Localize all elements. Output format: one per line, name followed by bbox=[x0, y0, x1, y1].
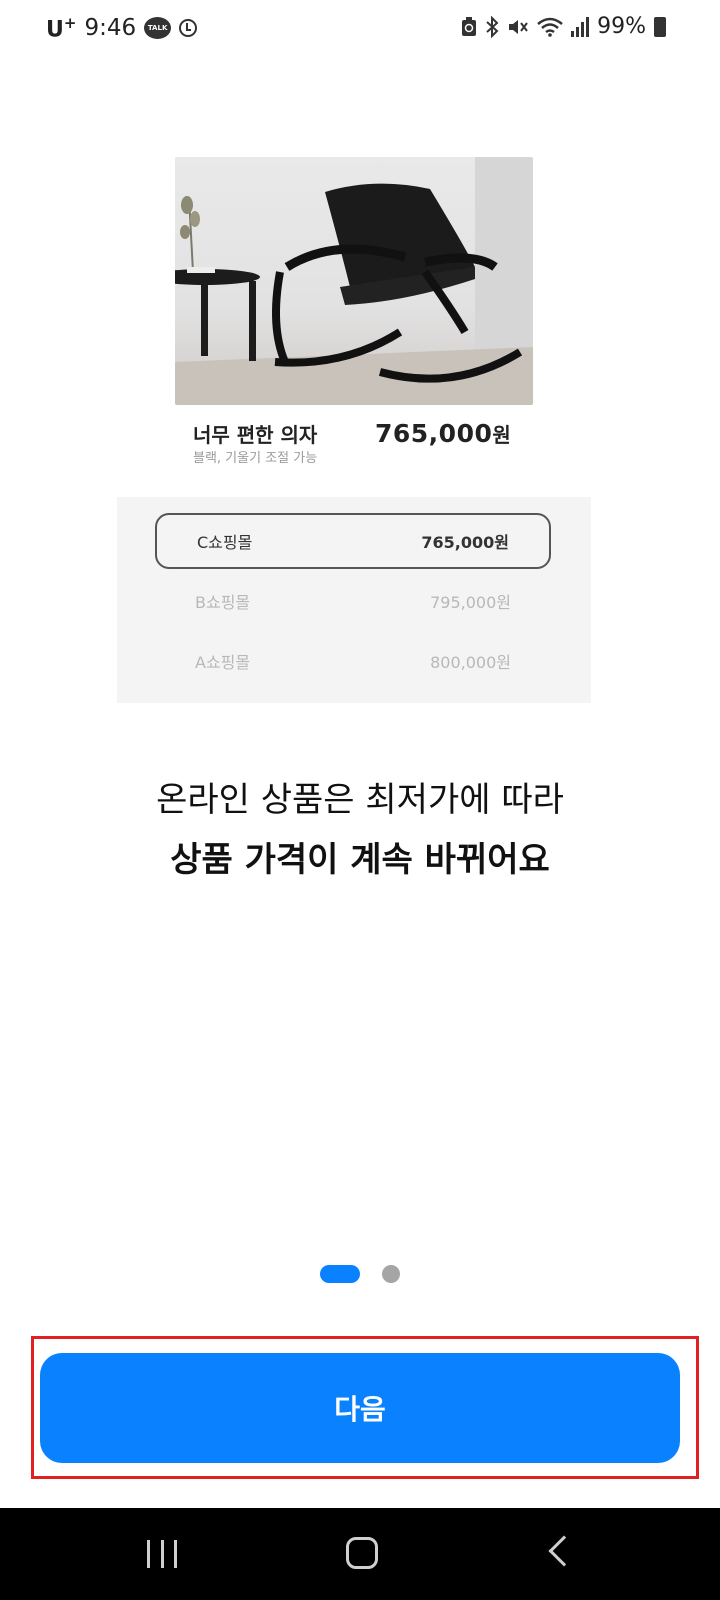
onboarding-illustration: 너무 편한 의자 블랙, 기울기 조절 가능 765,000원 C쇼핑몰 765… bbox=[117, 157, 591, 703]
battery-charging-icon bbox=[654, 16, 666, 37]
mall-price: 795,000원 bbox=[430, 593, 511, 612]
mall-row-b: B쇼핑몰 795,000원 bbox=[155, 573, 551, 629]
alarm-icon bbox=[179, 19, 198, 38]
status-left: U+ 9:46 TALK bbox=[46, 14, 198, 43]
mall-name: A쇼핑몰 bbox=[195, 653, 251, 672]
status-right: 99% bbox=[461, 14, 666, 39]
carrier-label: U+ bbox=[46, 14, 77, 43]
mall-row-c: C쇼핑몰 765,000원 bbox=[155, 513, 551, 569]
page-indicator bbox=[0, 1265, 720, 1285]
product-price: 765,000원 bbox=[375, 419, 512, 448]
clock: 9:46 bbox=[84, 15, 137, 42]
home-icon[interactable] bbox=[346, 1537, 378, 1569]
next-button[interactable]: 다음 bbox=[40, 1353, 680, 1463]
mall-price: 765,000원 bbox=[421, 533, 509, 552]
onboarding-message-line1: 온라인 상품은 최저가에 따라 bbox=[156, 780, 564, 820]
page-dot[interactable] bbox=[382, 1265, 400, 1283]
bluetooth-icon bbox=[485, 15, 499, 38]
mall-name: B쇼핑몰 bbox=[195, 593, 251, 612]
recycle-icon bbox=[461, 16, 477, 38]
product-name: 너무 편한 의자 bbox=[193, 423, 318, 447]
status-bar: U+ 9:46 TALK 99% bbox=[0, 0, 720, 60]
back-icon[interactable] bbox=[548, 1535, 580, 1567]
mall-name: C쇼핑몰 bbox=[197, 533, 253, 552]
chair-image bbox=[175, 157, 533, 405]
signal-icon bbox=[571, 16, 590, 38]
mute-icon bbox=[507, 16, 529, 38]
onboarding-message-line2: 상품 가격이 계속 바뀌어요 bbox=[170, 840, 550, 880]
mall-price: 800,000원 bbox=[430, 653, 511, 672]
recent-apps-icon[interactable] bbox=[147, 1540, 177, 1568]
mall-row-a: A쇼핑몰 800,000원 bbox=[155, 633, 551, 689]
kakaotalk-icon: TALK bbox=[144, 17, 172, 40]
navigation-bar bbox=[0, 1508, 720, 1600]
page-dot-active bbox=[320, 1265, 360, 1283]
product-description: 블랙, 기울기 조절 가능 bbox=[193, 451, 318, 466]
wifi-icon bbox=[537, 16, 563, 38]
battery-percent: 99% bbox=[597, 14, 646, 39]
mall-price-list: C쇼핑몰 765,000원 B쇼핑몰 795,000원 A쇼핑몰 800,000… bbox=[117, 497, 591, 703]
